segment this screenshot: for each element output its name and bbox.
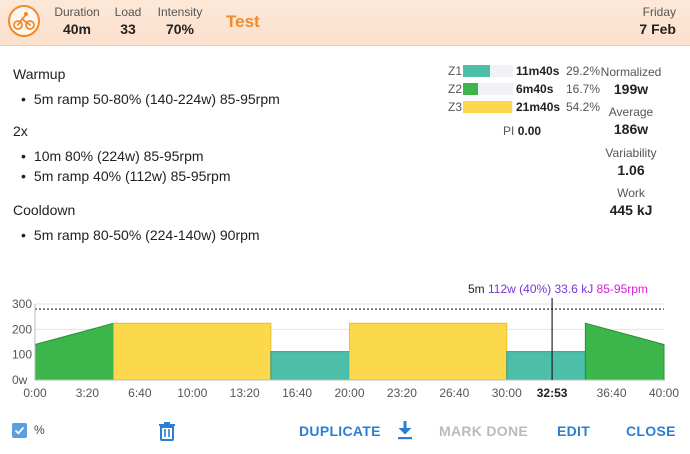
normalized-value: 199w [613,81,649,97]
average-label: Average [608,105,654,119]
day-label: Friday [642,5,676,19]
intensity-value: 70% [165,21,195,37]
load-label: Load [114,5,142,19]
work-value: 445 kJ [609,202,653,218]
zone-row-z1: Z1 11m40s 29.2% [448,64,600,78]
variability-value: 1.06 [617,162,645,178]
workout-segment [349,322,508,381]
zone-time: 21m40s [516,100,561,114]
workout-segment [584,322,665,381]
pi-label: PI [503,124,515,138]
cooldown-title: Cooldown [13,202,76,218]
x-tick-label: 10:00 [177,386,207,400]
x-tick-label: 40:00 [649,386,679,400]
hover-info: 5m 112w (40%) 33.6 kJ 85-95rpm [468,282,648,296]
x-tick-label: 13:20 [230,386,260,400]
date-value: 7 Feb [639,21,676,37]
mark-done-button[interactable]: MARK DONE [439,423,528,439]
workout-header: Duration 40m Load 33 Intensity 70% Test … [0,0,690,46]
x-tick-label: 6:40 [128,386,152,400]
zone-name: Z3 [448,100,463,114]
zone-bar-fill [463,65,490,77]
zone-bar-fill [463,101,513,113]
x-tick-label: 36:40 [597,386,627,400]
pi-value: 0.00 [517,124,542,138]
percent-checkbox[interactable] [12,423,27,438]
x-tick-label: 20:00 [334,386,364,400]
zone-bar-fill [463,83,479,95]
repeat-step-1: 10m 80% (224w) 85-95rpm [21,148,204,164]
download-icon [398,421,412,440]
zone-time: 11m40s [516,64,560,78]
y-tick-label: 200 [12,322,32,336]
warmup-step: 5m ramp 50-80% (140-224w) 85-95rpm [21,91,280,107]
zone-name: Z1 [448,64,463,78]
workout-date: Friday 7 Feb [639,5,676,37]
repeat-title: 2x [13,123,28,139]
normalized-label: Normalized [600,65,662,79]
hover-duration: 5m [468,282,485,296]
duration-value: 40m [62,21,92,37]
pi-readout: PI 0.00 [503,124,541,138]
normalized-metric: Normalized 199w [586,65,676,97]
cooldown-step: 5m ramp 80-50% (224-140w) 90rpm [21,227,260,243]
y-tick-label: 0w [12,373,28,387]
workout-segment [34,322,115,381]
checkmark-icon [14,426,25,435]
duration-label: Duration [54,5,100,19]
intensity-label: Intensity [157,5,203,19]
zone-time: 6m40s [516,82,554,96]
x-tick-label: 26:40 [439,386,469,400]
zone-bar-track [463,65,513,77]
x-tick-label: 3:20 [76,386,100,400]
zone-name: Z2 [448,82,463,96]
load-value: 33 [120,21,136,37]
average-value: 186w [613,121,649,137]
workout-title: Test [226,12,260,31]
percent-label: % [34,423,45,437]
cyclist-icon[interactable] [8,5,40,37]
trash-icon [159,422,175,441]
work-metric: Work 445 kJ [586,186,676,218]
zone-row-z2: Z2 6m40s 16.7% [448,82,600,96]
workout-segment [506,351,586,381]
warmup-title: Warmup [13,66,66,82]
x-tick-label: 0:00 [23,386,47,400]
average-metric: Average 186w [586,105,676,137]
hover-cadence: 85-95rpm [596,282,648,296]
hover-energy: 33.6 kJ [554,282,594,296]
delete-button[interactable] [158,421,176,446]
edit-button[interactable]: EDIT [557,423,590,439]
hover-power: 112w (40%) [488,282,552,296]
y-tick-label: 300 [12,298,32,311]
zone-bar-track [463,83,513,95]
download-button[interactable] [396,420,414,445]
cursor-time-label: 32:53 [537,386,568,400]
x-tick-label: 16:40 [282,386,312,400]
workout-power-chart[interactable]: 0w 100 200 300 0:00 3:20 6:40 10:00 13:20 16:40 20… [0,298,690,402]
close-button[interactable]: CLOSE [626,423,676,439]
work-label: Work [617,186,645,200]
repeat-step-2: 5m ramp 40% (112w) 85-95rpm [21,168,231,184]
duplicate-button[interactable]: DUPLICATE [299,423,381,439]
y-tick-label: 100 [12,348,32,362]
load-stat: Load 33 [112,5,144,37]
intensity-stat: Intensity 70% [155,5,205,37]
x-tick-label: 23:20 [387,386,417,400]
workout-segment [113,322,272,381]
variability-metric: Variability 1.06 [586,146,676,178]
x-tick-label: 30:00 [492,386,522,400]
zone-row-z3: Z3 21m40s 54.2% [448,100,600,114]
variability-label: Variability [605,146,657,160]
workout-segment [270,351,350,381]
zone-bar-track [463,101,513,113]
duration-stat: Duration 40m [52,5,102,37]
